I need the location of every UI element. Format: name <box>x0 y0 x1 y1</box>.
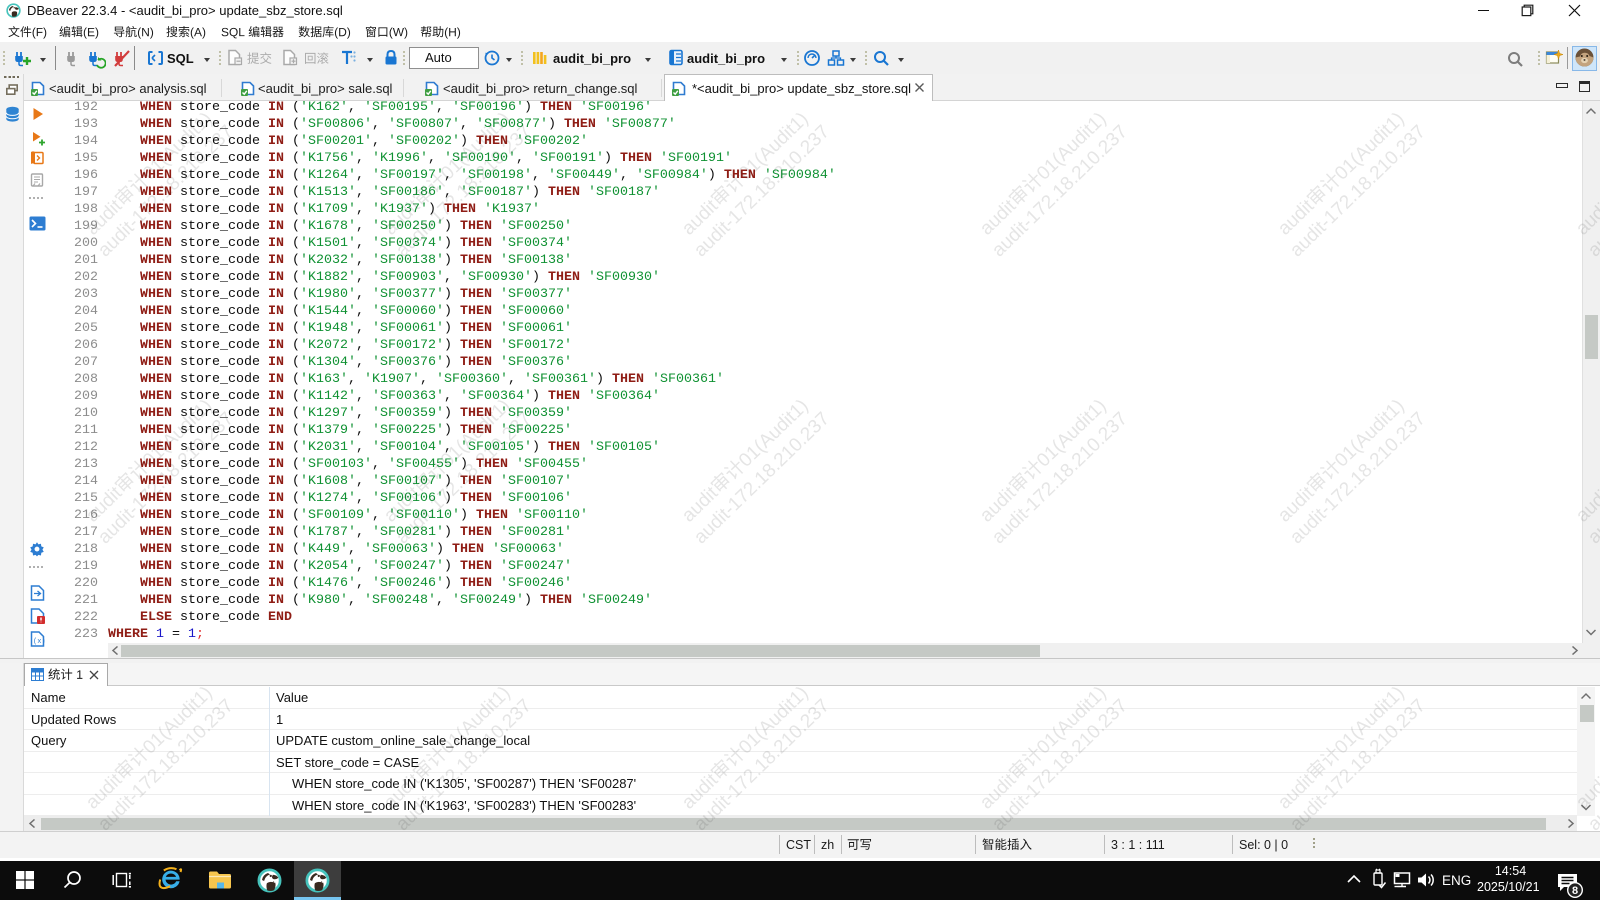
svg-text:8: 8 <box>1572 885 1578 897</box>
